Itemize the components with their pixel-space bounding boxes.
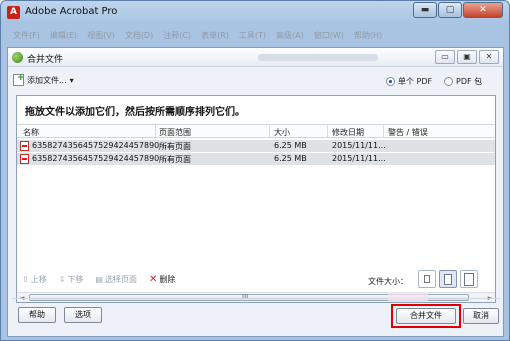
move-up-label: 上移 [30,275,47,284]
file-row[interactable]: 635827435645752942445789​0 ... 所有页面 6.25… [17,140,495,152]
move-down-label: 下移 [67,275,84,284]
file-name: 635827435645752942445789​0 ... [32,141,170,150]
combine-files-dialog: 合并文件 ▭ ▣ ✕ 添加文件... ▾ 单个 PDF PDF 包 [7,47,504,337]
column-name[interactable]: 名称 [23,127,39,138]
single-pdf-radio[interactable] [386,77,395,86]
move-up-button[interactable]: ⇧ 上移 [22,274,47,285]
column-divider [269,125,270,138]
pdf-portfolio-radio[interactable] [444,77,453,86]
pages-icon: ▤ [95,275,103,284]
pdf-portfolio-label: PDF 包 [456,77,483,86]
column-page-range[interactable]: 页面范围 [159,127,191,138]
file-list-header: 名称 页面范围 大小 修改日期 警告 / 错误 [17,124,495,138]
pdf-file-icon [20,154,29,164]
blurred-region [258,54,378,61]
dialog-toolbar: 添加文件... ▾ 单个 PDF PDF 包 [8,70,503,92]
dialog-restore-button[interactable]: ▣ [457,50,477,64]
chevron-down-icon: ▾ [69,75,74,85]
menu-file[interactable]: 文件(F) [13,28,40,43]
dialog-minimize-button[interactable]: ▭ [435,50,455,64]
blurred-region [388,292,428,302]
file-size: 6.25 MB [274,141,307,150]
menu-tools[interactable]: 工具(T) [239,28,266,43]
column-divider [155,125,156,138]
move-down-button[interactable]: ⇩ 下移 [59,274,84,285]
file-actions: ⇧ 上移 ⇩ 下移 ▤ 选择页面 ✕ 删除 [22,274,175,285]
column-divider [383,125,384,138]
menu-advanced[interactable]: 高级(A) [276,28,304,43]
app-title: Adobe Acrobat Pro [25,6,118,17]
pdf-file-icon [20,141,29,151]
drag-drop-hint: 拖放文件以添加它们，然后按所需顺序排列它们。 [25,107,245,118]
window-controls: ▬ ▢ ✕ [413,2,503,18]
file-modified-date: 2015/11/11... [332,141,386,150]
menu-document[interactable]: 文档(D) [125,28,153,43]
menu-window[interactable]: 窗口(W) [314,28,344,43]
minimize-button[interactable]: ▬ [413,2,437,18]
small-document-icon [424,275,430,283]
add-file-icon [13,73,25,86]
options-button[interactable]: 选项 [64,307,102,323]
dialog-title: 合并文件 [27,55,64,65]
menu-help[interactable]: 帮助(H) [354,28,382,43]
dialog-close-button[interactable]: ✕ [479,50,499,64]
cancel-button[interactable]: 取消 [463,308,499,324]
arrow-down-icon: ⇩ [58,275,66,284]
column-modified-date[interactable]: 修改日期 [332,127,364,138]
large-document-icon [464,272,474,286]
file-size: 6.25 MB [274,154,307,163]
column-warnings-errors[interactable]: 警告 / 错误 [388,127,428,138]
single-pdf-label: 单个 PDF [398,77,433,86]
file-modified-date: 2015/11/11... [332,154,386,163]
file-size-label: 文件大小： [368,277,408,286]
title-bar: A Adobe Acrobat Pro ▬ ▢ ✕ [1,1,509,25]
default-document-icon [444,273,452,285]
file-size-options [418,270,478,288]
remove-button[interactable]: ✕ 删除 [149,274,175,285]
close-button[interactable]: ✕ [463,2,503,18]
highlight-box [391,304,461,328]
acrobat-logo-icon: A [7,6,20,19]
add-files-button[interactable]: 添加文件... ▾ [13,73,74,86]
file-row[interactable]: 635827435645752942445789​0 ... 所有页面 6.25… [17,153,495,165]
column-divider [327,125,328,138]
single-pdf-option[interactable]: 单个 PDF [386,76,432,87]
delete-icon: ✕ [148,274,158,285]
column-size[interactable]: 大小 [274,127,290,138]
remove-label: 删除 [159,275,176,284]
menu-bar: 文件(F) 编辑(E) 视图(V) 文档(D) 注释(C) 表单(R) 工具(T… [7,28,503,43]
pdf-portfolio-option[interactable]: PDF 包 [444,76,482,87]
dialog-header: 合并文件 ▭ ▣ ✕ [8,48,503,67]
choose-pages-button[interactable]: ▤ 选择页面 [95,274,137,285]
arrow-up-icon: ⇧ [22,275,29,284]
file-size-default-button[interactable] [439,270,457,288]
file-name: 635827435645752942445789​0 ... [32,154,170,163]
file-size-large-button[interactable] [460,270,478,288]
add-files-label: 添加文件... [27,75,67,85]
combine-files-icon [12,52,23,63]
scrollbar-grip-icon: III [242,293,249,301]
help-button[interactable]: 帮助 [18,307,56,323]
file-page-range: 所有页面 [159,155,191,164]
menu-edit[interactable]: 编辑(E) [50,28,77,43]
dialog-controls: ▭ ▣ ✕ [435,50,499,64]
menu-comments[interactable]: 注释(C) [163,28,191,43]
menu-forms[interactable]: 表单(R) [201,28,229,43]
choose-pages-label: 选择页面 [104,275,137,284]
file-size-small-button[interactable] [418,270,436,288]
file-page-range: 所有页面 [159,142,191,151]
acrobat-window: A Adobe Acrobat Pro ▬ ▢ ✕ 文件(F) 编辑(E) 视图… [0,0,510,341]
menu-view[interactable]: 视图(V) [87,28,115,43]
maximize-button[interactable]: ▢ [438,2,462,18]
